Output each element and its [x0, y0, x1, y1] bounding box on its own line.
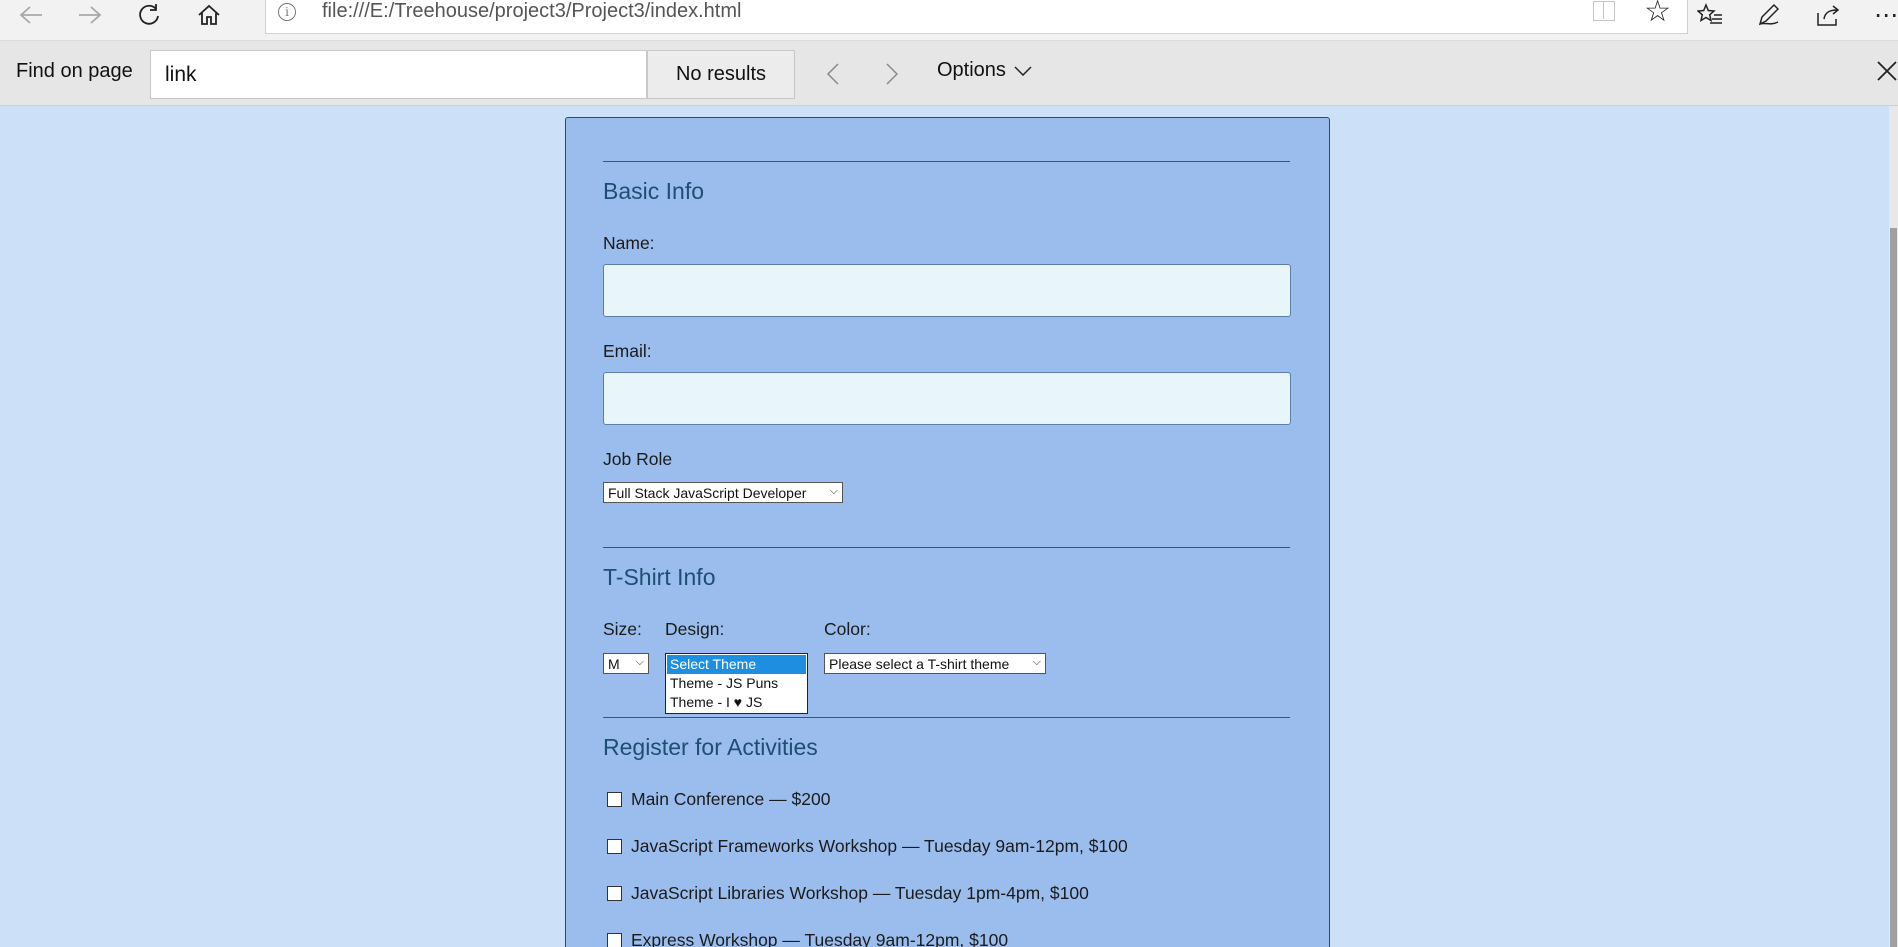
activity-label: JavaScript Libraries Workshop — Tuesday …	[631, 883, 1089, 903]
find-previous-icon[interactable]	[813, 54, 853, 94]
pen-icon[interactable]	[1745, 0, 1793, 30]
address-url[interactable]: file:///E:/Treehouse/project3/Project3/i…	[322, 0, 741, 23]
size-label: Size:	[603, 619, 642, 639]
activity-checkbox[interactable]	[607, 933, 622, 947]
activity-item[interactable]: JavaScript Frameworks Workshop — Tuesday…	[607, 836, 1128, 857]
refresh-icon[interactable]	[125, 0, 173, 30]
info-icon[interactable]: i	[278, 3, 296, 21]
design-label: Design:	[665, 619, 725, 639]
name-input[interactable]	[603, 264, 1291, 317]
color-select[interactable]: Please select a T-shirt theme ⌵	[824, 653, 1046, 674]
chevron-down-icon: ⌵	[1032, 656, 1041, 668]
size-select[interactable]: M ⌵	[603, 653, 649, 674]
activities-title: Register for Activities	[603, 734, 818, 760]
reading-view-icon[interactable]	[1593, 1, 1615, 21]
activity-checkbox[interactable]	[607, 886, 622, 901]
favorite-star-icon[interactable]: ☆	[1644, 0, 1671, 29]
design-option[interactable]: Theme - I ♥ JS	[667, 693, 806, 712]
find-options-button[interactable]: Options	[937, 59, 1032, 82]
color-label: Color:	[824, 619, 871, 639]
share-icon[interactable]	[1804, 0, 1852, 30]
activity-label: Express Workshop — Tuesday 9am-12pm, $10…	[631, 930, 1009, 947]
find-options-label: Options	[937, 59, 1006, 81]
divider	[603, 161, 1290, 162]
tshirt-info-title: T-Shirt Info	[603, 564, 716, 590]
find-next-icon[interactable]	[872, 54, 912, 94]
email-input[interactable]	[603, 372, 1291, 425]
close-icon[interactable]	[1876, 55, 1898, 90]
more-icon[interactable]: ⋯	[1862, 0, 1898, 30]
divider	[603, 547, 1290, 548]
job-role-label: Job Role	[603, 449, 673, 469]
forward-icon[interactable]	[66, 0, 114, 30]
find-bar: Find on page No results Options	[0, 41, 1898, 106]
activity-item[interactable]: JavaScript Libraries Workshop — Tuesday …	[607, 883, 1089, 904]
chevron-down-icon: ⌵	[635, 656, 644, 668]
basic-info-title: Basic Info	[603, 178, 704, 204]
chevron-down-icon: ⌵	[829, 485, 838, 497]
activity-label: Main Conference — $200	[631, 789, 831, 809]
design-option[interactable]: Select Theme	[667, 655, 806, 674]
favorites-hub-icon[interactable]	[1686, 0, 1734, 30]
back-icon[interactable]	[7, 0, 55, 30]
find-input[interactable]	[150, 50, 647, 99]
email-label: Email:	[603, 341, 652, 361]
design-option[interactable]: Theme - JS Puns	[667, 674, 806, 693]
browser-toolbar: i file:///E:/Treehouse/project3/Project3…	[0, 0, 1898, 41]
design-listbox[interactable]: Select Theme Theme - JS Puns Theme - I ♥…	[665, 653, 808, 714]
activity-label: JavaScript Frameworks Workshop — Tuesday…	[631, 836, 1128, 856]
home-icon[interactable]	[185, 0, 233, 30]
activity-item[interactable]: Express Workshop — Tuesday 9am-12pm, $10…	[607, 930, 1008, 947]
find-label: Find on page	[16, 60, 133, 82]
divider	[603, 717, 1290, 718]
address-bar[interactable]: i file:///E:/Treehouse/project3/Project3…	[265, 0, 1688, 34]
color-value: Please select a T-shirt theme	[829, 655, 1010, 672]
size-value: M	[608, 655, 620, 672]
activity-checkbox[interactable]	[607, 792, 622, 807]
job-role-select[interactable]: Full Stack JavaScript Developer ⌵	[603, 482, 843, 503]
registration-form: Basic Info Name: Email: Job Role Full St…	[565, 117, 1330, 947]
find-results: No results	[647, 50, 795, 99]
activity-checkbox[interactable]	[607, 839, 622, 854]
name-label: Name:	[603, 233, 655, 253]
chevron-down-icon	[1014, 65, 1032, 76]
scrollbar-thumb[interactable]	[1890, 228, 1897, 947]
activity-item[interactable]: Main Conference — $200	[607, 789, 830, 810]
job-role-value: Full Stack JavaScript Developer	[608, 484, 807, 501]
